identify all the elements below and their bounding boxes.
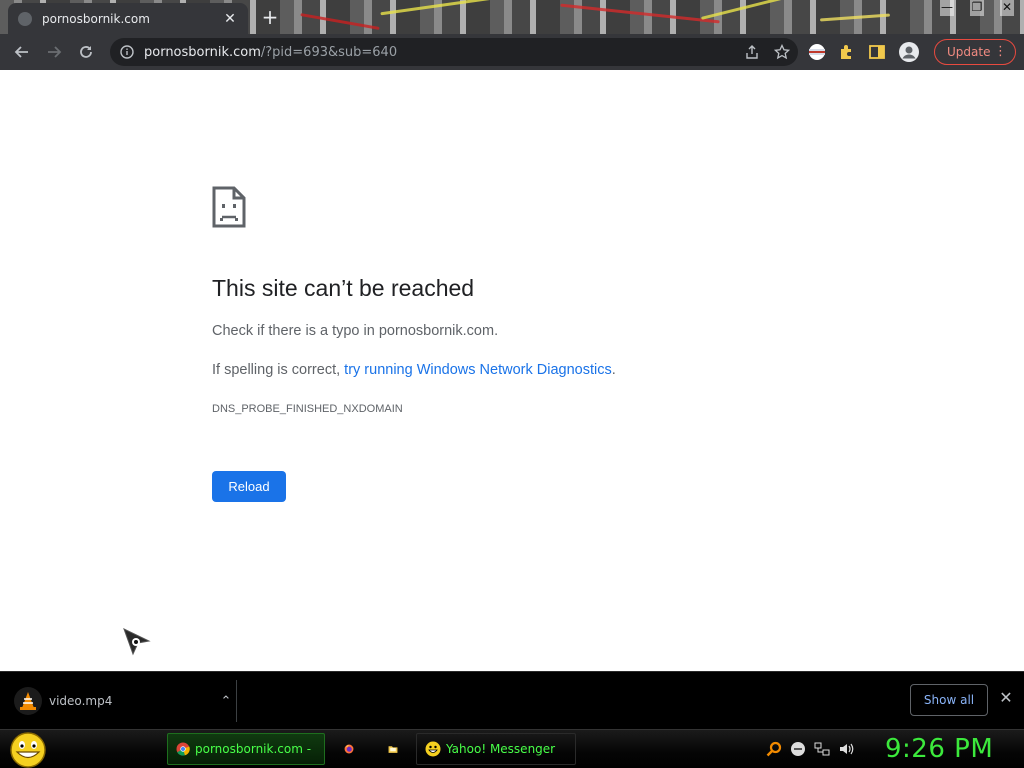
network-diagnostics-link[interactable]: try running Windows Network Diagnostics [344, 362, 612, 378]
download-filename: video.mp4 [49, 694, 113, 708]
vlc-cone-icon [14, 687, 42, 715]
taskbar-firefox-button[interactable] [336, 733, 362, 765]
suggestion-suffix: . [611, 362, 616, 378]
yahoo-smiley-icon [425, 741, 441, 757]
wallpaper-splash [819, 13, 891, 22]
suggestion-prefix: If spelling is correct, [212, 362, 345, 378]
wallpaper-splash [700, 0, 790, 20]
wallpaper-splash [560, 3, 720, 24]
url-path: /?pid=693&sub=640 [260, 44, 398, 60]
smiley-start-icon[interactable] [8, 731, 48, 768]
share-icon[interactable] [744, 44, 760, 60]
taskbar-chrome-button[interactable]: pornosbornik.com - ... [167, 733, 325, 765]
network-icon[interactable] [814, 741, 830, 757]
toolbar-actions [808, 34, 920, 70]
globe-icon [18, 11, 32, 26]
taskbar-yahoo-label: Yahoo! Messenger [446, 742, 556, 756]
url-host: pornosbornik.com [144, 44, 261, 60]
reload-page-button[interactable]: Reload [212, 471, 286, 502]
new-tab-button[interactable]: + [258, 6, 282, 28]
tab-close-icon[interactable]: ✕ [222, 11, 238, 27]
title-bar: pornosbornik.com ✕ + — ❐ ✕ [0, 0, 1024, 34]
close-icon[interactable]: ✕ [996, 688, 1016, 710]
tab-title: pornosbornik.com [42, 11, 150, 26]
update-label: Update [947, 45, 991, 59]
forward-button[interactable] [38, 36, 70, 68]
wallpaper-splash [380, 0, 500, 16]
browser-tab[interactable]: pornosbornik.com ✕ [8, 3, 248, 34]
browser-toolbar: pornosbornik.com /?pid=693&sub=640 Updat… [0, 34, 1024, 70]
search-icon[interactable] [766, 741, 782, 757]
mouse-cursor-icon [123, 628, 151, 656]
download-shelf: video.mp4 ⌃ Show all ✕ [0, 671, 1024, 729]
error-hint: Check if there is a typo in pornosbornik… [212, 323, 499, 339]
chevron-up-icon[interactable]: ⌃ [216, 694, 236, 709]
taskbar: pornosbornik.com - ... Yahoo! Messenger … [0, 729, 1024, 768]
sad-document-icon [212, 186, 246, 228]
star-icon[interactable] [774, 44, 790, 60]
reload-button[interactable] [70, 36, 102, 68]
reload-icon [80, 46, 92, 58]
avatar-icon[interactable] [898, 41, 920, 63]
address-bar[interactable]: pornosbornik.com /?pid=693&sub=640 [110, 38, 798, 66]
close-window-button[interactable]: ✕ [1000, 0, 1014, 16]
arrow-left-icon [14, 46, 28, 58]
error-suggestion: If spelling is correct, try running Wind… [212, 362, 616, 378]
error-title: This site can’t be reached [212, 275, 475, 301]
taskbar-clock[interactable]: 9:26 PM [885, 730, 993, 768]
download-item[interactable]: video.mp4 ⌃ [14, 686, 236, 716]
volume-icon[interactable] [838, 741, 854, 757]
minimize-button[interactable]: — [940, 0, 954, 16]
profile-flag-icon[interactable] [808, 43, 826, 61]
puzzle-icon[interactable] [838, 43, 856, 61]
maximize-button[interactable]: ❐ [970, 0, 984, 16]
system-tray [766, 738, 854, 760]
back-button[interactable] [6, 36, 38, 68]
firefox-icon [344, 744, 354, 754]
taskbar-yahoo-button[interactable]: Yahoo! Messenger [416, 733, 576, 765]
info-icon[interactable] [120, 45, 134, 59]
window-controls: — ❐ ✕ [940, 0, 1014, 16]
taskbar-explorer-button[interactable] [380, 733, 406, 765]
page-content: This site can’t be reached Check if ther… [0, 70, 1024, 671]
shelf-divider [236, 680, 237, 722]
error-code: DNS_PROBE_FINISHED_NXDOMAIN [212, 403, 403, 415]
show-all-button[interactable]: Show all [910, 684, 988, 716]
chrome-icon [176, 742, 190, 756]
update-button[interactable]: Update ⋮ [934, 39, 1016, 65]
folder-icon [388, 746, 398, 753]
menu-icon[interactable]: ⋮ [994, 44, 1007, 60]
side-panel-icon[interactable] [868, 43, 886, 61]
taskbar-chrome-label: pornosbornik.com - ... [195, 742, 316, 756]
wallpaper-splash [300, 13, 380, 30]
network-status-icon[interactable] [790, 741, 806, 757]
arrow-right-icon [48, 46, 62, 58]
